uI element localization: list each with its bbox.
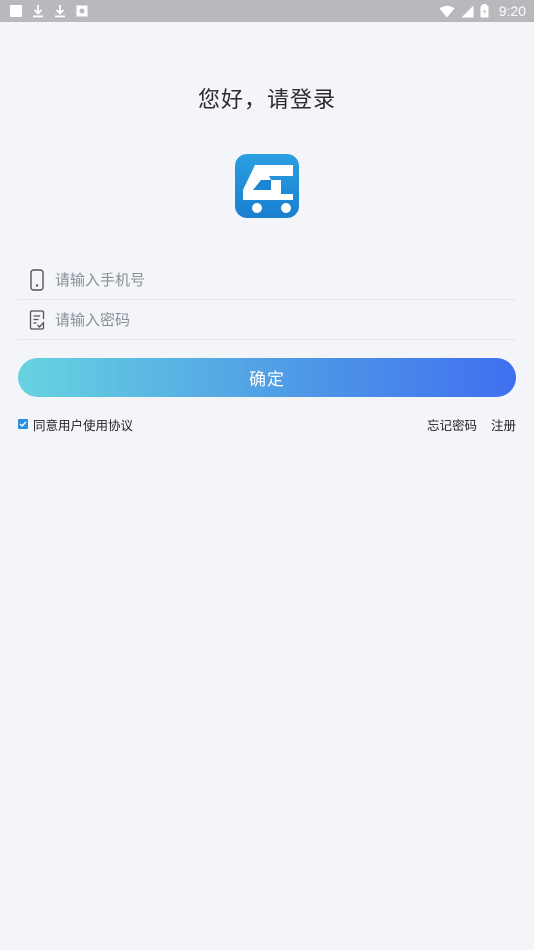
app-logo	[235, 154, 299, 218]
page-title: 您好，请登录	[197, 88, 336, 113]
confirm-button[interactable]: 确定	[18, 358, 516, 397]
register-link[interactable]: 注册	[491, 415, 516, 434]
phone-field	[18, 260, 516, 300]
agreement: 同意用户使用协议	[18, 415, 133, 434]
password-field	[18, 300, 516, 340]
agree-checkbox[interactable]	[18, 419, 28, 429]
forgot-password-link[interactable]: 忘记密码	[427, 415, 477, 434]
agree-label[interactable]: 同意用户使用协议	[33, 415, 133, 434]
battery-icon	[480, 4, 489, 18]
footer-row: 同意用户使用协议 忘记密码 注册	[18, 414, 516, 434]
auth-links: 忘记密码 注册	[427, 415, 516, 434]
image-icon	[76, 5, 88, 17]
status-bar: 9:20	[0, 0, 534, 22]
password-input[interactable]	[55, 310, 475, 329]
download-icon	[33, 5, 43, 18]
status-bar-notifications	[10, 4, 88, 18]
logo-icon	[243, 165, 293, 213]
password-icon	[27, 309, 47, 331]
square-icon	[10, 5, 22, 17]
wifi-icon	[439, 5, 455, 17]
check-icon	[19, 421, 27, 427]
phone-icon	[27, 268, 47, 291]
download-icon	[55, 5, 65, 18]
status-bar-system: 9:20	[439, 3, 526, 19]
phone-input[interactable]	[55, 270, 475, 289]
signal-icon	[461, 5, 474, 17]
status-time: 9:20	[498, 3, 526, 19]
